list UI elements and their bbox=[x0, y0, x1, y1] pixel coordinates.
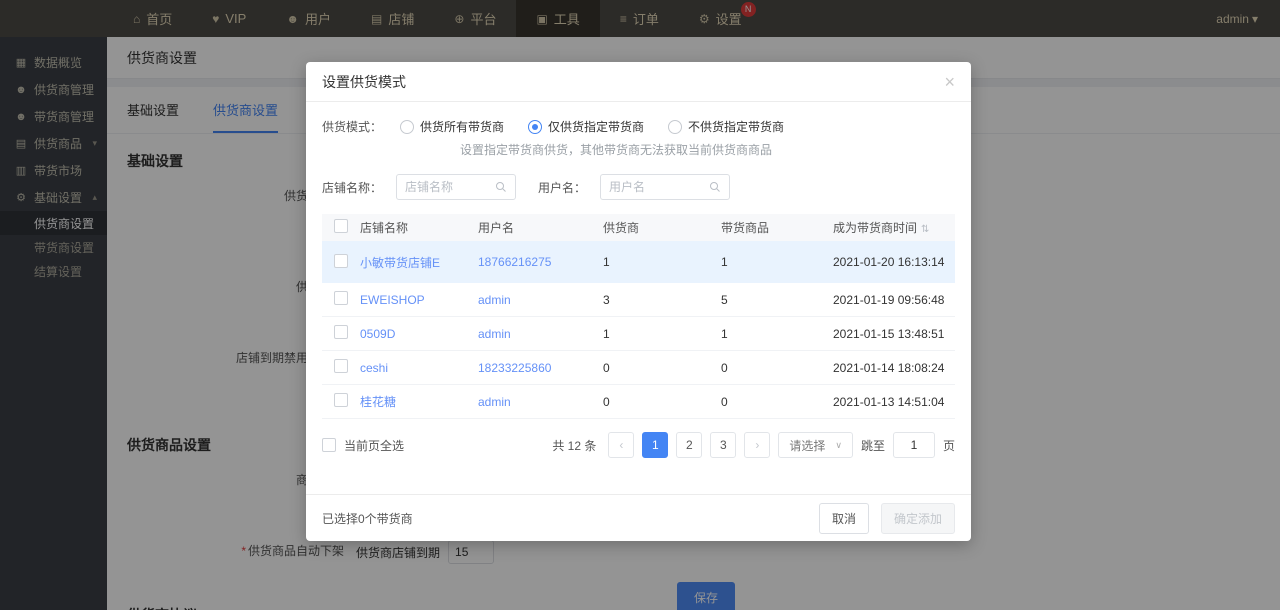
modal-header: 设置供货模式 × bbox=[306, 62, 971, 102]
radio-label: 仅供货指定带货商 bbox=[548, 118, 644, 135]
row-checkbox[interactable] bbox=[334, 359, 348, 373]
col-goods: 带货商品 bbox=[721, 219, 833, 236]
search-icon[interactable] bbox=[495, 181, 507, 193]
total-count: 共 12 条 bbox=[552, 437, 596, 454]
username-search bbox=[600, 174, 730, 200]
filter-row: 店铺名称： 用户名： bbox=[322, 174, 955, 200]
supplier-count: 0 bbox=[603, 361, 721, 375]
shop-link[interactable]: 小敏带货店铺E bbox=[360, 254, 478, 271]
radio-label: 不供货指定带货商 bbox=[688, 118, 784, 135]
become-time: 2021-01-15 13:48:51 bbox=[833, 327, 955, 341]
radio-supply-all[interactable]: 供货所有带货商 bbox=[400, 118, 504, 135]
page-size-value: 请选择 bbox=[789, 437, 825, 454]
modal-mode-label: 供货模式： bbox=[322, 118, 382, 135]
user-link[interactable]: admin bbox=[478, 293, 603, 307]
col-become-time-label: 成为带货商时间 bbox=[833, 221, 917, 235]
shop-link[interactable]: 桂花糖 bbox=[360, 393, 478, 410]
shop-link[interactable]: 0509D bbox=[360, 327, 478, 341]
row-checkbox[interactable] bbox=[334, 254, 348, 268]
radio-icon bbox=[400, 120, 414, 134]
shop-link[interactable]: EWEISHOP bbox=[360, 293, 478, 307]
modal-body: 供货模式： 供货所有带货商 仅供货指定带货商 不供货指定带货商 设置指定带货商供… bbox=[306, 102, 971, 482]
become-time: 2021-01-20 16:13:14 bbox=[833, 255, 955, 269]
distributors-table: 店铺名称 用户名 供货商 带货商品 成为带货商时间 ⇅ 小敏带货店铺E 18766… bbox=[322, 214, 955, 419]
select-all-current-page[interactable]: 当前页全选 bbox=[322, 437, 404, 454]
table-row[interactable]: 小敏带货店铺E 18766216275 1 1 2021-01-20 16:13… bbox=[322, 241, 955, 283]
goods-count: 1 bbox=[721, 327, 833, 341]
page-button-1[interactable]: 1 bbox=[642, 432, 668, 458]
shop-name-input[interactable] bbox=[405, 180, 495, 194]
shop-name-label: 店铺名称： bbox=[322, 179, 382, 196]
modal-footer: 已选择0个带货商 取消 确定添加 bbox=[306, 494, 971, 541]
jump-page-input[interactable] bbox=[893, 432, 935, 458]
radio-icon bbox=[668, 120, 682, 134]
search-icon[interactable] bbox=[709, 181, 721, 193]
supply-mode-options-row: 供货模式： 供货所有带货商 仅供货指定带货商 不供货指定带货商 bbox=[322, 118, 955, 135]
select-all-header-checkbox[interactable] bbox=[334, 219, 348, 233]
sort-icon[interactable]: ⇅ bbox=[921, 224, 929, 235]
user-link[interactable]: 18766216275 bbox=[478, 255, 603, 269]
selected-count-info: 已选择0个带货商 bbox=[322, 510, 413, 527]
goods-count: 0 bbox=[721, 361, 833, 375]
col-username: 用户名 bbox=[478, 219, 603, 236]
pagination-row: 当前页全选 共 12 条 ‹ 1 2 3 › 请选择 ∨ 跳至 页 bbox=[322, 432, 955, 458]
select-all-label: 当前页全选 bbox=[344, 437, 404, 454]
table-row[interactable]: 桂花糖 admin 0 0 2021-01-13 14:51:04 bbox=[322, 385, 955, 419]
radio-not-supply-designated[interactable]: 不供货指定带货商 bbox=[668, 118, 784, 135]
radio-label: 供货所有带货商 bbox=[420, 118, 504, 135]
col-shop-name: 店铺名称 bbox=[360, 219, 478, 236]
table-row[interactable]: EWEISHOP admin 3 5 2021-01-19 09:56:48 bbox=[322, 283, 955, 317]
select-all-checkbox[interactable] bbox=[322, 438, 336, 452]
confirm-add-button[interactable]: 确定添加 bbox=[881, 503, 955, 534]
supplier-count: 3 bbox=[603, 293, 721, 307]
prev-page-button[interactable]: ‹ bbox=[608, 432, 634, 458]
set-supply-mode-modal: 设置供货模式 × 供货模式： 供货所有带货商 仅供货指定带货商 不供货指定带货商… bbox=[306, 62, 971, 541]
radio-supply-designated-only[interactable]: 仅供货指定带货商 bbox=[528, 118, 644, 135]
user-link[interactable]: admin bbox=[478, 395, 603, 409]
shop-link[interactable]: ceshi bbox=[360, 361, 478, 375]
table-row[interactable]: 0509D admin 1 1 2021-01-15 13:48:51 bbox=[322, 317, 955, 351]
page-button-3[interactable]: 3 bbox=[710, 432, 736, 458]
chevron-down-icon: ∨ bbox=[835, 440, 842, 451]
col-supplier: 供货商 bbox=[603, 219, 721, 236]
supply-mode-hint: 设置指定带货商供货，其他带货商无法获取当前供货商商品 bbox=[460, 141, 955, 158]
pager: 共 12 条 ‹ 1 2 3 › 请选择 ∨ 跳至 页 bbox=[552, 432, 955, 458]
shop-name-search bbox=[396, 174, 516, 200]
become-time: 2021-01-13 14:51:04 bbox=[833, 395, 955, 409]
goods-count: 5 bbox=[721, 293, 833, 307]
become-time: 2021-01-19 09:56:48 bbox=[833, 293, 955, 307]
next-page-button[interactable]: › bbox=[744, 432, 770, 458]
radio-icon bbox=[528, 120, 542, 134]
become-time: 2021-01-14 18:08:24 bbox=[833, 361, 955, 375]
username-label: 用户名： bbox=[538, 179, 586, 196]
cancel-button[interactable]: 取消 bbox=[819, 503, 869, 534]
jump-to-label: 跳至 bbox=[861, 437, 885, 454]
col-become-time: 成为带货商时间 ⇅ bbox=[833, 219, 955, 236]
goods-count: 0 bbox=[721, 395, 833, 409]
page-button-2[interactable]: 2 bbox=[676, 432, 702, 458]
close-icon[interactable]: × bbox=[944, 73, 955, 91]
row-checkbox[interactable] bbox=[334, 325, 348, 339]
modal-title: 设置供货模式 bbox=[322, 72, 406, 92]
table-row[interactable]: ceshi 18233225860 0 0 2021-01-14 18:08:2… bbox=[322, 351, 955, 385]
supplier-count: 0 bbox=[603, 395, 721, 409]
page-size-select[interactable]: 请选择 ∨ bbox=[778, 432, 853, 458]
page-suffix-label: 页 bbox=[943, 437, 955, 454]
table-header-row: 店铺名称 用户名 供货商 带货商品 成为带货商时间 ⇅ bbox=[322, 214, 955, 241]
supplier-count: 1 bbox=[603, 327, 721, 341]
supplier-count: 1 bbox=[603, 255, 721, 269]
goods-count: 1 bbox=[721, 255, 833, 269]
user-link[interactable]: 18233225860 bbox=[478, 361, 603, 375]
user-link[interactable]: admin bbox=[478, 327, 603, 341]
row-checkbox[interactable] bbox=[334, 393, 348, 407]
username-input[interactable] bbox=[609, 180, 709, 194]
row-checkbox[interactable] bbox=[334, 291, 348, 305]
